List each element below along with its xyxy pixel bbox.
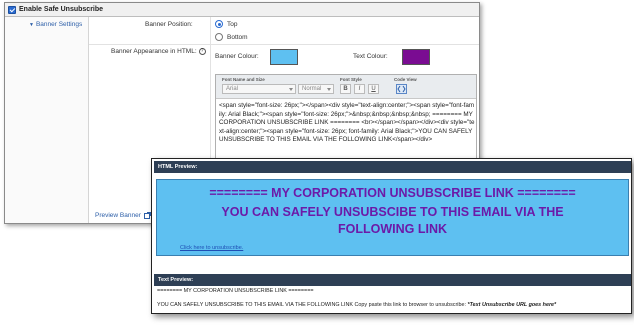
enable-safe-unsubscribe-row[interactable]: Enable Safe Unsubscribe [5, 3, 479, 17]
banner-appearance-label: Banner Appearance in HTML: [111, 48, 197, 55]
banner-colour-label: Banner Colour: [215, 53, 259, 60]
help-icon[interactable]: ? [198, 48, 206, 55]
underline-button[interactable]: U [368, 84, 379, 94]
font-name-value: Arial [226, 86, 239, 92]
sidebar-item-banner-settings[interactable]: ▼ Banner Settings [29, 21, 82, 28]
radio-bottom-label: Bottom [227, 33, 248, 41]
font-size-select[interactable]: Normal [298, 84, 334, 94]
banner-position-label: Banner Position: [145, 21, 193, 28]
bold-button[interactable]: B [340, 84, 351, 94]
radio-bottom[interactable] [215, 33, 223, 41]
text-preview-line-1: ======== MY CORPORATION UNSUBSCRIBE LINK… [157, 288, 314, 294]
chevron-down-icon [327, 88, 331, 91]
text-preview-line-2: YOU CAN SAFELY UNSUBSCRIBE TO THIS EMAIL… [157, 302, 556, 308]
font-name-size-label: Font Name and Size [222, 77, 265, 82]
font-style-label: Font Style [340, 77, 362, 82]
banner-line-3: FOLLOWING LINK [337, 222, 447, 236]
radio-top-label: Top [227, 20, 238, 28]
preview-banner-link[interactable]: Preview Banner [95, 211, 151, 219]
preview-banner-label: Preview Banner [95, 212, 141, 219]
html-preview-banner: ======== MY CORPORATION UNSUBSCRIBE LINK… [156, 179, 629, 256]
banner-line-1: ======== MY CORPORATION UNSUBSCRIBE LINK… [209, 186, 576, 200]
settings-sidebar: ▼ Banner Settings [5, 17, 89, 223]
font-size-value: Normal [302, 86, 322, 92]
radio-top[interactable] [215, 20, 223, 28]
text-preview-heading: Text Preview: [154, 274, 631, 286]
editor-code-text[interactable]: <span style="font-size: 26px;"></span><d… [219, 102, 475, 145]
screenshot-root: Enable Safe Unsubscribe ▼ Banner Settings… [0, 0, 634, 326]
banner-appearance-label-row: Banner Appearance in HTML: ? [111, 48, 206, 55]
radio-bottom-row[interactable]: Bottom [215, 33, 248, 41]
radio-top-row[interactable]: Top [215, 20, 237, 28]
code-view-icon [397, 85, 406, 93]
chevron-down-icon [289, 88, 293, 91]
html-preview-heading: HTML Preview: [154, 161, 631, 173]
unsubscribe-link[interactable]: Click here to unsubscribe. [180, 245, 243, 251]
enable-safe-unsubscribe-checkbox[interactable] [8, 5, 16, 14]
chevron-down-icon: ▼ [29, 22, 34, 28]
external-window-icon [143, 211, 151, 219]
text-preview-line-2-plain: YOU CAN SAFELY UNSUBSCRIBE TO THIS EMAIL… [157, 302, 466, 308]
enable-safe-unsubscribe-label: Enable Safe Unsubscribe [19, 6, 104, 13]
text-colour-swatch[interactable] [402, 49, 430, 65]
code-view-button[interactable] [396, 84, 407, 94]
preview-overlay: HTML Preview: ======== MY CORPORATION UN… [151, 158, 632, 314]
font-name-select[interactable]: Arial [222, 84, 296, 94]
text-preview-url-placeholder: *Text Unsubscribe URL goes here* [467, 302, 557, 308]
sidebar-item-label: Banner Settings [35, 21, 83, 28]
italic-button[interactable]: I [354, 84, 365, 94]
code-view-label: Code View [394, 77, 417, 82]
editor-toolbar: Font Name and Size Arial Normal Font Sty… [216, 75, 476, 99]
row-divider [89, 44, 479, 45]
text-colour-label: Text Colour: [353, 53, 388, 60]
banner-line-2: YOU CAN SAFELY UNSUBSCIBE TO THIS EMAIL … [221, 205, 564, 219]
banner-colour-swatch[interactable] [270, 49, 298, 65]
